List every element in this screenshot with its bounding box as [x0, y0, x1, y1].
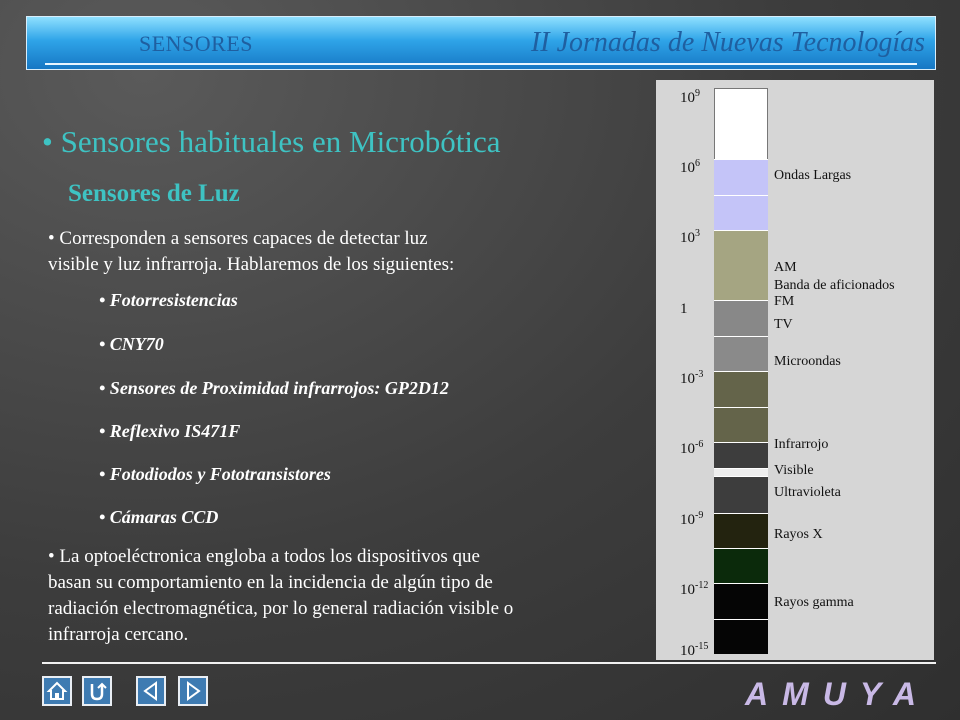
tick-label: 106 [680, 158, 700, 176]
tick-label: 109 [680, 88, 700, 106]
next-button[interactable] [178, 676, 208, 706]
home-icon [46, 681, 68, 700]
band-label: Infrarrojo [774, 437, 829, 452]
band-label: AM [774, 260, 797, 275]
band-label: FM [774, 294, 795, 309]
header-underline [45, 63, 917, 65]
band-label: Ultravioleta [774, 485, 841, 500]
tick-label: 10-12 [680, 580, 709, 598]
tick-label: 10-15 [680, 641, 709, 659]
band-ondas-largas-lower [714, 195, 768, 230]
band-label: Microondas [774, 354, 841, 369]
intro-line-1: • Corresponden a sensores capaces de det… [48, 228, 428, 249]
tick-label: 1 [680, 301, 688, 317]
tick-label: 10-9 [680, 510, 704, 528]
section-title: SENSORES [139, 31, 254, 56]
intro-line-2: visible y luz infrarroja. Hablaremos de … [48, 254, 455, 275]
band-infrarrojo [714, 407, 768, 442]
band-label: TV [774, 317, 793, 332]
footer-divider [42, 662, 936, 664]
band-visible [714, 468, 768, 476]
band-label: Rayos gamma [774, 595, 854, 610]
previous-icon [143, 681, 157, 701]
event-title: II Jornadas de Nuevas Tecnologías [530, 27, 925, 58]
conclusion-line-2: basan su comportamiento en la incidencia… [48, 572, 493, 593]
slide-heading: • Sensores habituales en Microbótica [42, 124, 501, 159]
band-infrarrojo-upper [714, 371, 768, 407]
conclusion-line-3: radiación electromagnética, por lo gener… [48, 598, 514, 619]
band-ultravioleta [714, 476, 768, 513]
conclusion-line-4: infrarroja cercano. [48, 624, 189, 645]
band-label: Visible [774, 463, 814, 478]
list-item: • Cámaras CCD [99, 507, 219, 527]
band-rayos-gamma [714, 583, 768, 619]
band-rayos-x-lower [714, 548, 768, 583]
previous-button[interactable] [136, 676, 166, 706]
list-item: • Reflexivo IS471F [99, 421, 241, 441]
list-item: • CNY70 [99, 334, 164, 354]
band-microondas [714, 336, 768, 371]
return-icon [90, 682, 107, 701]
conclusion-line-1: • La optoeléctronica engloba a todos los… [48, 546, 480, 567]
slide-header: SENSORES II Jornadas de Nuevas Tecnologí… [26, 16, 936, 70]
band-label: Banda de aficionados [774, 278, 895, 293]
return-button[interactable] [82, 676, 112, 706]
electromagnetic-spectrum-diagram: 109 106 103 1 10-3 10-6 10-9 10-12 10-15… [656, 80, 934, 660]
list-item: • Fotodiodos y Fototransistores [99, 464, 331, 484]
amuya-logo: AMUYA [745, 676, 930, 712]
home-button[interactable] [42, 676, 72, 706]
band-am [714, 230, 768, 300]
tick-label: 10-3 [680, 369, 704, 387]
band-infrarrojo-near [714, 442, 768, 468]
band-ondas-largas [714, 159, 768, 195]
band-label: Ondas Largas [774, 168, 852, 183]
next-icon [187, 681, 201, 701]
list-item: • Fotorresistencias [99, 290, 238, 310]
band-fm-tv [714, 300, 768, 336]
tick-label: 10-6 [680, 439, 704, 457]
band-label: Rayos X [774, 527, 823, 542]
band-rayos-gamma-lower [714, 619, 768, 654]
list-item: • Sensores de Proximidad infrarrojos: GP… [99, 378, 449, 398]
tick-label: 103 [680, 228, 700, 246]
band-rayos-x [714, 513, 768, 548]
slide-subheading: Sensores de Luz [68, 180, 240, 207]
